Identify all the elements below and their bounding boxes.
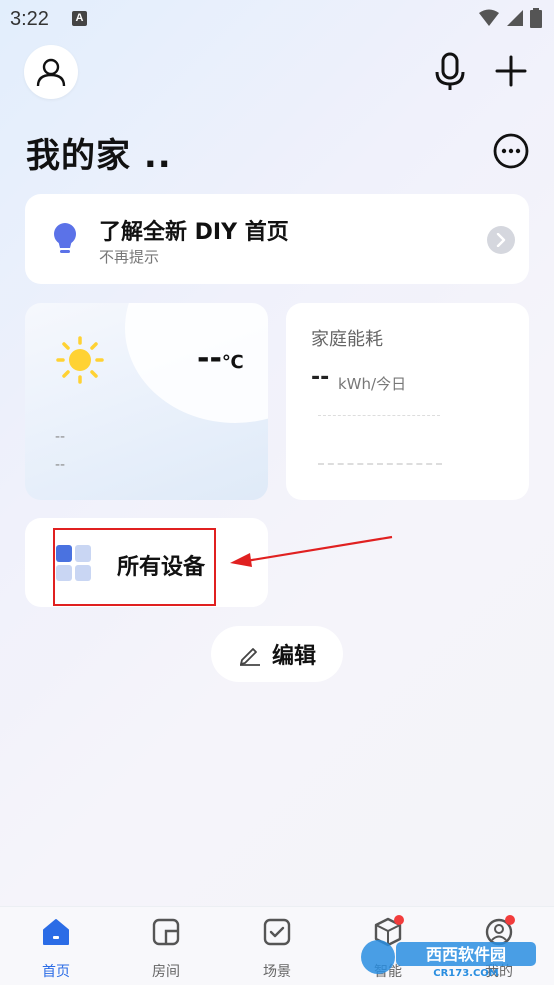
- home-title[interactable]: 我的家 ..: [26, 128, 172, 177]
- avatar-button[interactable]: [24, 45, 78, 99]
- energy-chart-line-1: [318, 415, 440, 416]
- room-icon: [152, 918, 180, 946]
- user-icon: [36, 58, 66, 87]
- profile-badge-dot: [505, 915, 515, 925]
- edit-label: 编辑: [271, 644, 316, 669]
- watermark-site: CR173.COM: [433, 968, 499, 978]
- tab-home[interactable]: 首页: [10, 907, 100, 985]
- diy-tip-card[interactable]: 了解全新 DIY 首页 不再提示: [25, 194, 529, 284]
- site-watermark-logo: 西西软件园 CR173.COM: [361, 940, 536, 978]
- chevron-right-icon: [496, 233, 506, 247]
- sun-icon: [56, 336, 104, 384]
- tab-rooms[interactable]: 房间: [120, 907, 210, 985]
- edit-button[interactable]: 编辑: [211, 626, 343, 682]
- home-icon: [43, 919, 69, 945]
- wifi-icon: [479, 9, 499, 26]
- notification-a-icon: A: [72, 11, 87, 26]
- red-arrow-annotation: [230, 535, 393, 567]
- battery-icon: [530, 8, 542, 28]
- status-icons: [478, 8, 542, 28]
- add-icon[interactable]: [494, 54, 528, 88]
- dismiss-tip-link[interactable]: 不再提示: [99, 246, 159, 267]
- weather-info-2: --: [55, 457, 66, 473]
- smart-badge-dot: [394, 915, 404, 925]
- lightbulb-icon: [54, 223, 76, 253]
- energy-unit: kWh/今日: [338, 375, 407, 393]
- tab-scenes[interactable]: 场景: [231, 907, 321, 985]
- energy-card[interactable]: 家庭能耗 -- kWh/今日: [286, 303, 529, 500]
- more-options-icon[interactable]: [492, 132, 530, 170]
- watermark-brand: 西西软件园: [426, 945, 506, 964]
- status-bar: 3:22 A: [0, 0, 554, 38]
- weather-card[interactable]: --℃ -- --: [25, 303, 268, 500]
- microphone-icon[interactable]: [432, 52, 468, 92]
- energy-value: --: [311, 365, 330, 390]
- cell-signal-icon: [507, 10, 523, 26]
- pencil-icon: [239, 648, 260, 666]
- energy-chart-line-2: [318, 463, 442, 465]
- weather-info-1: --: [55, 429, 66, 445]
- temperature-unit: ℃: [221, 352, 244, 373]
- highlight-box: [53, 528, 216, 606]
- tab-label-home: 首页: [42, 964, 70, 980]
- tab-label-rooms: 房间: [152, 964, 180, 980]
- scene-checkbox-icon: [263, 918, 291, 946]
- tab-label-scenes: 场景: [263, 964, 291, 980]
- status-time: 3:22: [10, 8, 49, 30]
- tip-title: 了解全新 DIY 首页: [99, 220, 289, 245]
- temperature-value: --℃: [197, 341, 244, 376]
- energy-title: 家庭能耗: [311, 329, 383, 350]
- temperature-number: --: [197, 341, 222, 376]
- tip-chevron-button[interactable]: [487, 226, 515, 254]
